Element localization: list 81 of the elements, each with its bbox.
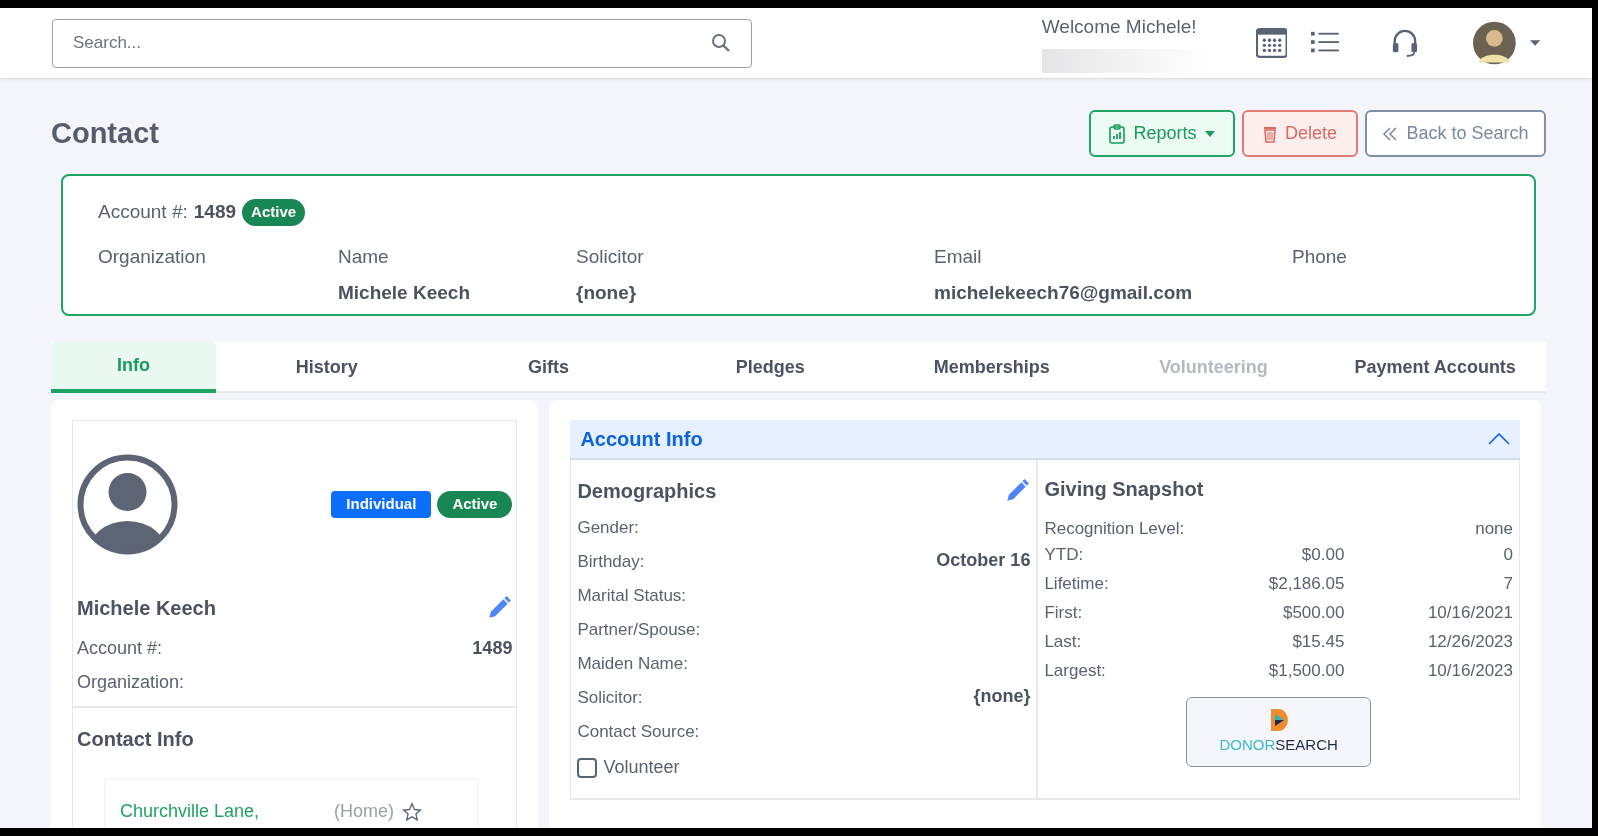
- field-value: {none}: [576, 281, 638, 305]
- row-label: Solicitor:: [577, 686, 643, 709]
- field-label: Organization: [98, 244, 207, 269]
- status-badge: Active: [242, 199, 306, 226]
- search-icon: [710, 33, 731, 53]
- count-value: 12/26/2023: [1426, 630, 1513, 653]
- tab[interactable]: Info: [51, 342, 216, 393]
- field-label: Solicitor: [576, 244, 645, 269]
- count-value: 10/16/2021: [1426, 601, 1513, 624]
- welcome-text: Welcome Michele!: [1041, 14, 1198, 39]
- donorsearch-logo-button[interactable]: DONORSEARCH: [1186, 697, 1372, 767]
- clipboard-chart-icon: [1109, 123, 1126, 144]
- row-value: 1489: [472, 637, 513, 657]
- double-chevron-left-icon: [1382, 125, 1399, 142]
- section-title: Giving Snapshot: [1044, 477, 1204, 502]
- calendar-icon[interactable]: [1255, 26, 1288, 60]
- headset-icon[interactable]: [1391, 27, 1420, 59]
- field-label: Name: [338, 244, 390, 269]
- address-link[interactable]: Churchville Lane,: [120, 798, 326, 825]
- row-label: YTD:: [1044, 543, 1085, 566]
- user-avatar-icon: [77, 454, 178, 555]
- row-label: First:: [1044, 601, 1084, 624]
- row-label: Contact Source:: [577, 720, 700, 743]
- contact-name: Michele Keech: [77, 596, 216, 621]
- logo-icon: [1268, 707, 1289, 732]
- amount-value: $0.00: [1300, 543, 1345, 566]
- caret-icon: [1204, 130, 1215, 137]
- count-value: 7: [1502, 572, 1513, 595]
- row-label: Last:: [1044, 630, 1083, 653]
- tab[interactable]: Pledges: [659, 342, 881, 393]
- row-label: Gender:: [577, 516, 639, 539]
- section-title: Contact Info: [77, 728, 194, 750]
- type-badge: Active: [437, 491, 513, 518]
- pencil-icon[interactable]: [486, 595, 513, 621]
- section-title: Demographics: [577, 479, 717, 504]
- count-value: 0: [1502, 543, 1513, 566]
- search-field[interactable]: Search...: [52, 18, 752, 68]
- amount-value: $500.00: [1281, 601, 1345, 624]
- row-label: Organization:: [77, 671, 185, 691]
- trash-icon: [1263, 124, 1277, 143]
- amount-value: $2,186.05: [1267, 572, 1345, 595]
- type-badge: Individual: [331, 491, 432, 518]
- row-label: Lifetime:: [1044, 572, 1110, 595]
- field-label: Email: [934, 244, 983, 269]
- accordion-header[interactable]: Account Info: [570, 420, 1520, 460]
- tab[interactable]: Payment Accounts: [1324, 342, 1547, 393]
- amount-value: $1,500.00: [1267, 659, 1345, 682]
- account-number: 1489: [193, 200, 237, 224]
- tab[interactable]: Memberships: [881, 342, 1103, 393]
- field-value: michelekeech76@gmail.com: [934, 281, 1194, 305]
- count-value: 10/16/2023: [1426, 659, 1513, 682]
- field-label: Phone: [1292, 244, 1348, 269]
- account-label: Account #:: [98, 200, 188, 224]
- pencil-icon[interactable]: [1004, 478, 1031, 504]
- field-value: Michele Keech: [338, 281, 471, 305]
- row-label: Account #:: [77, 637, 163, 657]
- amount-value: $15.45: [1291, 630, 1345, 653]
- tab[interactable]: History: [216, 342, 438, 393]
- back-button[interactable]: Back to Search: [1365, 110, 1546, 157]
- row-value: none: [1475, 518, 1513, 540]
- avatar[interactable]: [1473, 20, 1516, 66]
- delete-button[interactable]: Delete: [1242, 110, 1358, 157]
- row-label: Largest:: [1044, 659, 1107, 682]
- row-value: {none}: [973, 685, 1031, 708]
- page-title: Contact: [51, 115, 159, 151]
- logo-text: DONORSEARCH: [1219, 734, 1338, 755]
- reports-dropdown-button[interactable]: Reports: [1089, 110, 1235, 157]
- row-label: Marital Status:: [577, 584, 687, 607]
- row-value: October 16: [936, 549, 1031, 572]
- volunteer-checkbox[interactable]: [577, 757, 598, 778]
- tab[interactable]: Gifts: [437, 342, 660, 393]
- caret-icon[interactable]: [1529, 40, 1540, 46]
- row-label: Partner/Spouse:: [577, 618, 701, 641]
- row-label: Maiden Name:: [577, 652, 688, 675]
- row-label: Birthday:: [577, 550, 645, 573]
- row-label: Recognition Level:: [1044, 518, 1185, 540]
- address-type: (Home): [334, 800, 394, 823]
- list-icon[interactable]: [1311, 31, 1340, 55]
- checkbox-label: Volunteer: [603, 756, 680, 779]
- star-icon[interactable]: [402, 801, 422, 822]
- chevron-up-icon: [1488, 433, 1510, 445]
